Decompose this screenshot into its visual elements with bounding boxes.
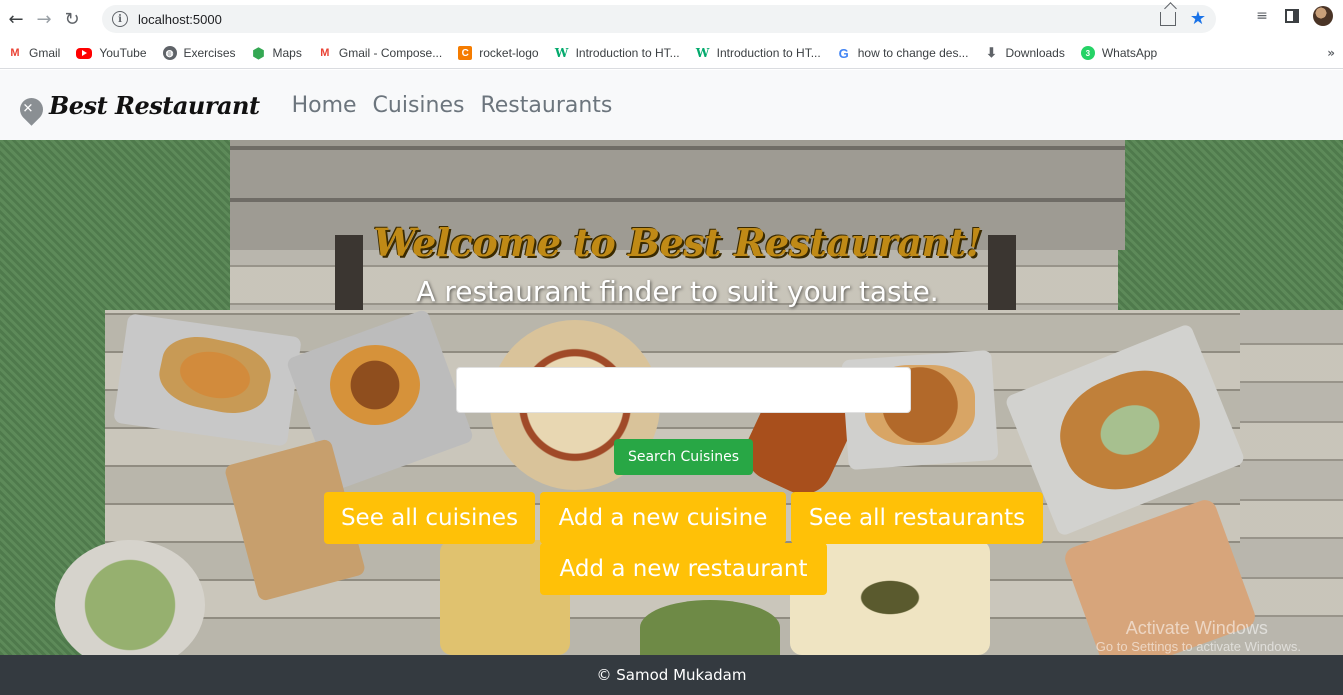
footer-copyright: © Samod Mukadam bbox=[596, 666, 747, 684]
forward-arrow-icon[interactable]: → bbox=[30, 5, 58, 33]
location-pin-icon bbox=[15, 92, 48, 126]
reload-icon[interactable]: ↻ bbox=[58, 5, 86, 33]
hero-section: Welcome to Best Restaurant! A restaurant… bbox=[0, 140, 1343, 655]
side-panel-icon[interactable] bbox=[1285, 9, 1299, 23]
bookmark-youtube[interactable]: YouTube bbox=[76, 46, 147, 60]
bookmarks-bar: M Gmail YouTube ◍ Exercises ⬢ Maps M Gmail -… bbox=[0, 38, 1343, 69]
w3schools-icon: W bbox=[554, 46, 569, 60]
share-icon[interactable] bbox=[1159, 12, 1176, 26]
google-icon: G bbox=[838, 45, 849, 61]
browser-toolbar: ← → ↻ i localhost:5000 ★ ≡ bbox=[0, 0, 1343, 38]
app-navbar: Best Restaurant Home Cuisines Restaurant… bbox=[0, 70, 1343, 140]
bookmark-whatsapp[interactable]: 3 WhatsApp bbox=[1080, 46, 1157, 60]
address-bar[interactable]: i localhost:5000 ★ bbox=[102, 5, 1216, 33]
nav-link-cuisines[interactable]: Cuisines bbox=[365, 93, 473, 118]
bookmark-exercises[interactable]: ◍ Exercises bbox=[162, 46, 236, 60]
whatsapp-icon: 3 bbox=[1080, 46, 1095, 60]
brand-name: Best Restaurant bbox=[49, 90, 260, 120]
more-bookmarks-icon[interactable]: » bbox=[1327, 46, 1335, 60]
site-info-icon[interactable]: i bbox=[112, 11, 128, 27]
bookmark-gmail[interactable]: M Gmail bbox=[8, 46, 60, 60]
globe-icon: ◍ bbox=[162, 46, 177, 60]
maps-icon: ⬢ bbox=[252, 44, 265, 61]
bookmark-downloads[interactable]: ⬇ Downloads bbox=[984, 45, 1065, 60]
add-restaurant-button[interactable]: Add a new restaurant bbox=[540, 543, 827, 595]
brand-link[interactable]: Best Restaurant bbox=[15, 90, 260, 126]
search-cuisines-button[interactable]: Search Cuisines bbox=[614, 439, 753, 475]
media-queue-icon[interactable]: ≡ bbox=[1253, 7, 1271, 25]
w3schools-icon: W bbox=[695, 46, 710, 60]
bookmark-gmail-compose[interactable]: M Gmail - Compose... bbox=[318, 46, 442, 60]
gmail-icon: M bbox=[10, 47, 20, 59]
see-all-cuisines-button[interactable]: See all cuisines bbox=[324, 492, 535, 544]
bookmark-star-icon[interactable]: ★ bbox=[1190, 10, 1206, 28]
gmail-icon: M bbox=[320, 47, 330, 59]
footer: © Samod Mukadam bbox=[0, 655, 1343, 695]
bookmark-how-to-change[interactable]: Ghow to change des... bbox=[837, 45, 969, 61]
see-all-restaurants-button[interactable]: See all restaurants bbox=[791, 492, 1043, 544]
bookmark-rocket-logo[interactable]: Crocket-logo bbox=[458, 46, 539, 60]
activate-windows-watermark: Activate Windows Go to Settings to activ… bbox=[1095, 618, 1301, 654]
cuisine-search-input[interactable] bbox=[456, 367, 911, 413]
youtube-icon bbox=[76, 47, 93, 59]
hero-subtitle: A restaurant finder to suit your taste. bbox=[416, 275, 939, 308]
add-cuisine-button[interactable]: Add a new cuisine bbox=[540, 492, 786, 544]
nav-link-restaurants[interactable]: Restaurants bbox=[472, 93, 620, 118]
bookmark-intro-html-2[interactable]: W Introduction to HT... bbox=[696, 46, 821, 60]
hero-title: Welcome to Best Restaurant! bbox=[373, 220, 982, 265]
bookmark-intro-html-1[interactable]: W Introduction to HT... bbox=[555, 46, 680, 60]
nav-links: Home Cuisines Restaurants bbox=[284, 93, 621, 118]
address-bar-url[interactable]: localhost:5000 bbox=[138, 12, 222, 27]
rocket-icon: C bbox=[458, 46, 473, 60]
back-arrow-icon[interactable]: ← bbox=[2, 5, 30, 33]
nav-link-home[interactable]: Home bbox=[284, 93, 365, 118]
bookmark-maps[interactable]: ⬢ Maps bbox=[252, 44, 301, 61]
download-icon: ⬇ bbox=[986, 45, 997, 60]
profile-avatar[interactable] bbox=[1313, 6, 1333, 26]
